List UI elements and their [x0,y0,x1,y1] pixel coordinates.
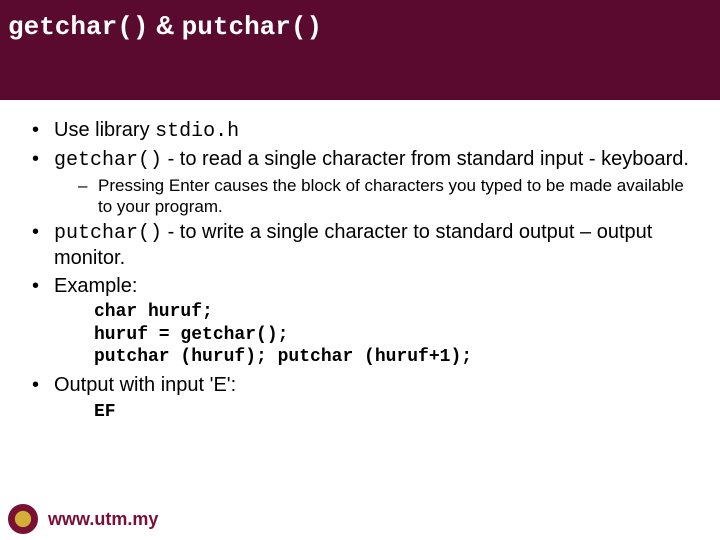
title-code-2: putchar() [182,12,322,42]
text: Example: [54,275,137,297]
bullet-item: putchar() - to write a single character … [26,220,694,272]
title-amp: & [148,10,181,40]
bullet-item: Output with input 'E': [26,373,694,399]
sub-list: Pressing Enter causes the block of chara… [54,175,694,218]
inline-code: putchar() [54,222,162,245]
slide-content: Use library stdio.h getchar() - to read … [0,100,720,424]
sub-bullet-item: Pressing Enter causes the block of chara… [54,175,694,218]
bullet-item: getchar() - to read a single character f… [26,147,694,218]
text: - to read a single character from standa… [162,148,689,170]
utm-logo-icon [8,504,38,534]
bullet-item: Example: [26,274,694,300]
text: Pressing Enter causes the block of chara… [98,176,684,216]
footer: www.utm.my [8,504,158,534]
bullet-item: Use library stdio.h [26,118,694,145]
code-example: char huruf; huruf = getchar(); putchar (… [94,301,694,369]
inline-code: getchar() [54,149,162,172]
text: Output with input 'E': [54,374,236,396]
slide-title: getchar() & putchar() [8,10,712,42]
title-code-1: getchar() [8,12,148,42]
text: Use library [54,119,155,141]
bullet-list: Use library stdio.h getchar() - to read … [26,118,694,299]
bullet-list-2: Output with input 'E': [26,373,694,399]
title-bar: getchar() & putchar() [0,0,720,100]
output-value: EF [94,401,694,424]
footer-url: www.utm.my [48,509,158,530]
inline-code: stdio.h [155,120,239,143]
